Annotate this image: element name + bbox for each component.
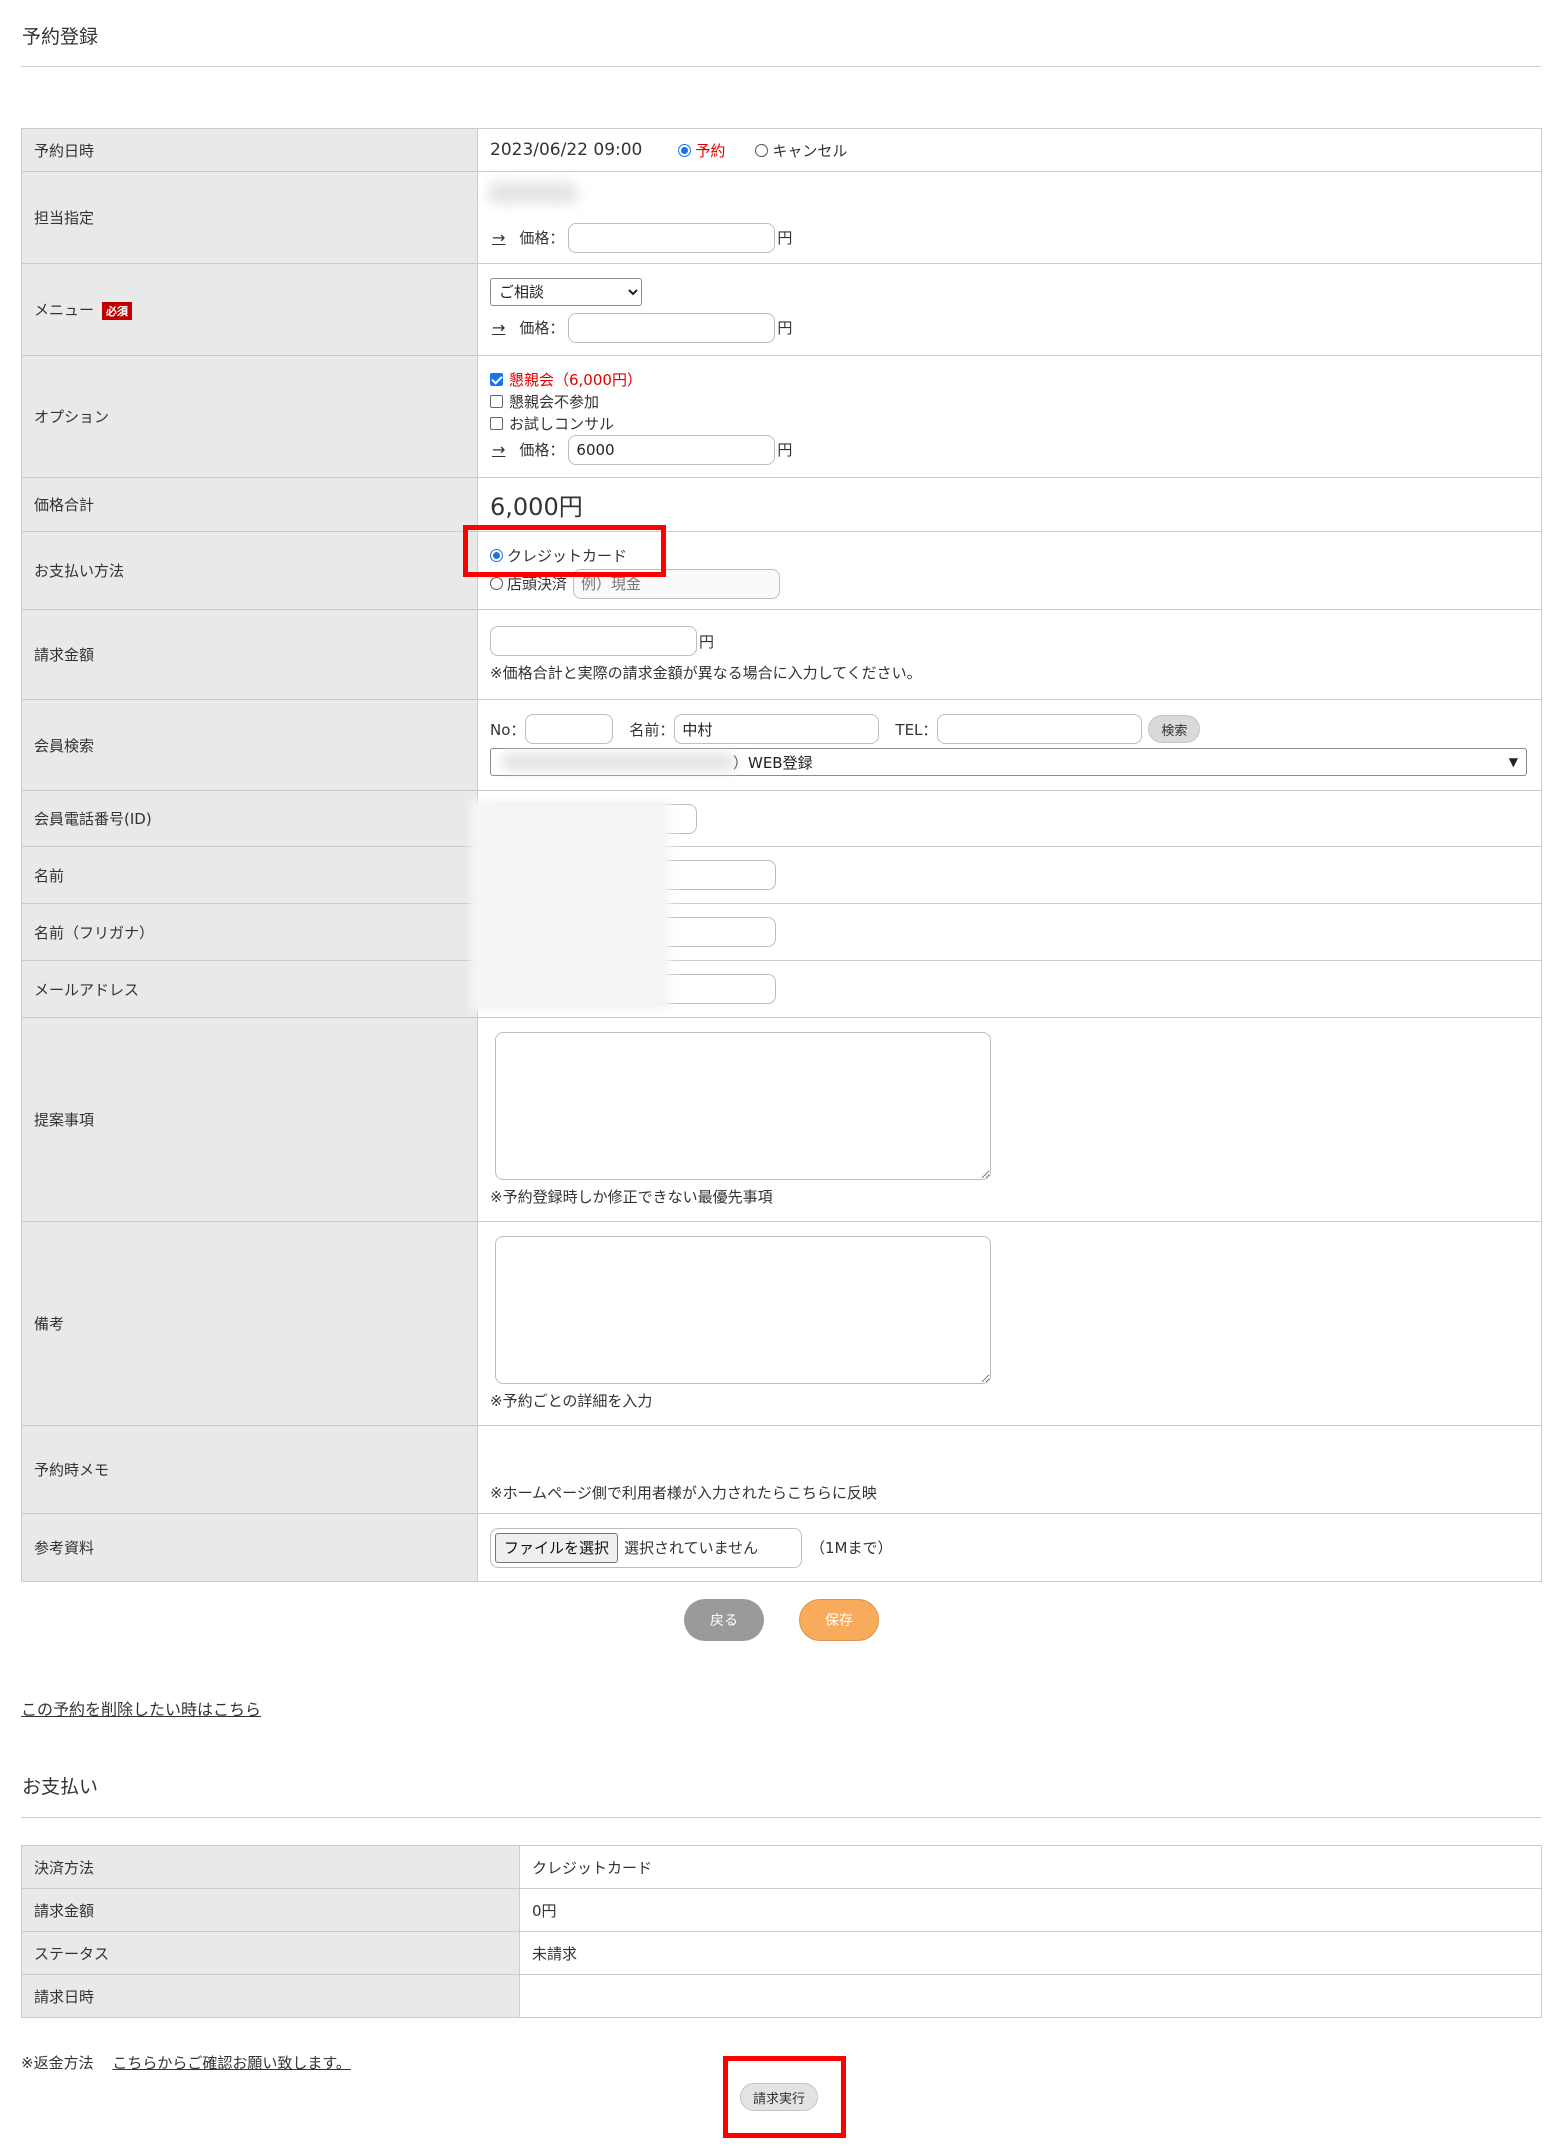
payment-table: 決済方法 クレジットカード 請求金額 0円 ステータス 未請求 請求日時 [21, 1845, 1542, 2018]
label-reservation-memo: 予約時メモ [21, 1425, 478, 1514]
redacted-staff [488, 182, 578, 204]
member-no-input[interactable] [525, 714, 614, 744]
redacted-member-info [470, 800, 670, 1010]
row-payment-method: お支払い方法 クレジットカード 店頭決済 [21, 531, 1542, 610]
status-reserve-radio[interactable]: 予約 [678, 140, 725, 161]
row-options: オプション 懇親会（6,000円） 懇親会不参加 お試しコンサル → 価格： 円 [21, 355, 1542, 478]
required-badge: 必須 [102, 301, 133, 320]
payment-instore-radio[interactable]: 店頭決済 [490, 573, 567, 594]
label-options: オプション [21, 355, 478, 478]
option-item[interactable]: 懇親会不参加 [490, 391, 1541, 413]
table-row: 決済方法 クレジットカード [21, 1845, 1542, 1889]
row-total: 価格合計 6,000円 [21, 477, 1542, 532]
refund-link[interactable]: こちらからご確認お願い致します。 [112, 2054, 351, 2072]
label-remarks: 備考 [21, 1221, 478, 1426]
row-email: メールアドレス [21, 960, 1542, 1018]
checkbox-icon [490, 395, 503, 408]
radio-on-icon [678, 143, 692, 157]
label-reference: 参考資料 [21, 1513, 478, 1582]
file-limit: （1Mまで） [810, 1539, 893, 1557]
status-cancel-radio[interactable]: キャンセル [755, 140, 847, 161]
member-search-button[interactable]: 検索 [1148, 715, 1201, 743]
total-value: 6,000円 [490, 493, 583, 521]
page-title: 予約登録 [22, 26, 99, 48]
back-button[interactable]: 戻る [684, 1599, 764, 1641]
arrow-icon: → [492, 440, 506, 459]
member-result-select[interactable]: ）WEB登録 ▼ [490, 748, 1527, 776]
row-staff: 担当指定 → 価格： 円 [21, 171, 1542, 264]
reservation-memo-note: ※ホームページ側で利用者様が入力されたらこちらに反映 [490, 1484, 877, 1502]
radio-off-icon [755, 143, 769, 157]
radio-off-icon [490, 577, 503, 590]
member-tel-input[interactable] [937, 714, 1143, 744]
checkbox-icon [490, 417, 503, 430]
label-name-kana: 名前（フリガナ） [21, 903, 478, 961]
label-billing-amount: 請求金額 [21, 609, 478, 700]
request-execute-button[interactable]: 請求実行 [740, 2083, 819, 2111]
checkbox-checked-icon [490, 373, 503, 386]
arrow-icon: → [492, 318, 506, 337]
row-reservation-datetime: 予約日時 2023/06/22 09:00 予約 キャンセル [21, 128, 1542, 172]
row-member-phone: 会員電話番号(ID) [21, 790, 1542, 847]
remarks-note: ※予約ごとの詳細を入力 [490, 1392, 653, 1410]
reservation-datetime-value: 2023/06/22 09:00 [490, 140, 643, 160]
label-menu: メニュー [34, 301, 95, 319]
row-name-kana: 名前（フリガナ） [21, 903, 1542, 961]
label-email: メールアドレス [21, 960, 478, 1018]
billing-amount-note: ※価格合計と実際の請求金額が異なる場合に入力してください。 [490, 664, 922, 682]
label-proposal: 提案事項 [21, 1017, 478, 1222]
redacted-member [501, 753, 736, 771]
table-row: 請求金額 0円 [21, 1888, 1542, 1932]
chevron-down-icon: ▼ [1508, 755, 1518, 769]
row-member-search: 会員検索 No： 名前： TEL： 検索 ）WEB登録 ▼ [21, 699, 1542, 791]
refund-label: ※返金方法 [21, 2054, 94, 2072]
staff-price-input[interactable] [568, 222, 776, 253]
label-reservation-datetime: 予約日時 [21, 128, 478, 172]
label-member-search: 会員検索 [21, 699, 478, 791]
row-billing-amount: 請求金額 円 ※価格合計と実際の請求金額が異なる場合に入力してください。 [21, 609, 1542, 700]
payment-section-title: お支払い [22, 1776, 99, 1798]
instore-method-input[interactable] [573, 568, 781, 599]
table-row: 請求日時 [21, 1974, 1542, 2018]
label-payment-method: お支払い方法 [21, 531, 478, 610]
label-name: 名前 [21, 846, 478, 904]
row-reference: 参考資料 ファイルを選択 選択されていません （1Mまで） [21, 1513, 1542, 1582]
save-button[interactable]: 保存 [799, 1599, 879, 1641]
row-remarks: 備考 ※予約ごとの詳細を入力 [21, 1221, 1542, 1426]
menu-select[interactable]: ご相談 [490, 277, 642, 306]
payment-credit-radio[interactable]: クレジットカード [490, 543, 1541, 569]
page: 予約登録 予約日時 2023/06/22 09:00 予約 キャンセル 担当指定 [0, 0, 1548, 2156]
file-input[interactable]: ファイルを選択 選択されていません [490, 1527, 802, 1568]
label-staff: 担当指定 [21, 171, 478, 264]
table-row: ステータス 未請求 [21, 1931, 1542, 1975]
radio-on-icon [490, 549, 503, 562]
label-total: 価格合計 [21, 477, 478, 532]
option-item[interactable]: 懇親会（6,000円） [490, 369, 1541, 391]
proposal-note: ※予約登録時しか修正できない最優先事項 [490, 1188, 773, 1206]
payment-divider [21, 1817, 1541, 1818]
billing-amount-input[interactable] [490, 626, 697, 656]
member-name-input[interactable] [674, 714, 880, 744]
proposal-textarea[interactable] [495, 1032, 991, 1180]
delete-reservation-link[interactable]: この予約を削除したい時はこちら [21, 1696, 261, 1720]
options-price-input[interactable] [568, 434, 776, 465]
arrow-icon: → [492, 228, 506, 247]
row-menu: メニュー 必須 ご相談 → 価格： 円 [21, 263, 1542, 356]
menu-price-input[interactable] [568, 312, 776, 343]
remarks-textarea[interactable] [495, 1236, 991, 1384]
option-item[interactable]: お試しコンサル [490, 413, 1541, 435]
row-reservation-memo: 予約時メモ ※ホームページ側で利用者様が入力されたらこちらに反映 [21, 1425, 1542, 1514]
row-proposal: 提案事項 ※予約登録時しか修正できない最優先事項 [21, 1017, 1542, 1222]
title-divider [21, 66, 1541, 67]
row-name: 名前 [21, 846, 1542, 904]
reservation-form: 予約日時 2023/06/22 09:00 予約 キャンセル 担当指定 → 価格… [21, 128, 1542, 1582]
file-select-button[interactable]: ファイルを選択 [495, 1532, 619, 1563]
label-member-phone: 会員電話番号(ID) [21, 790, 478, 847]
file-status: 選択されていません [624, 1539, 759, 1557]
